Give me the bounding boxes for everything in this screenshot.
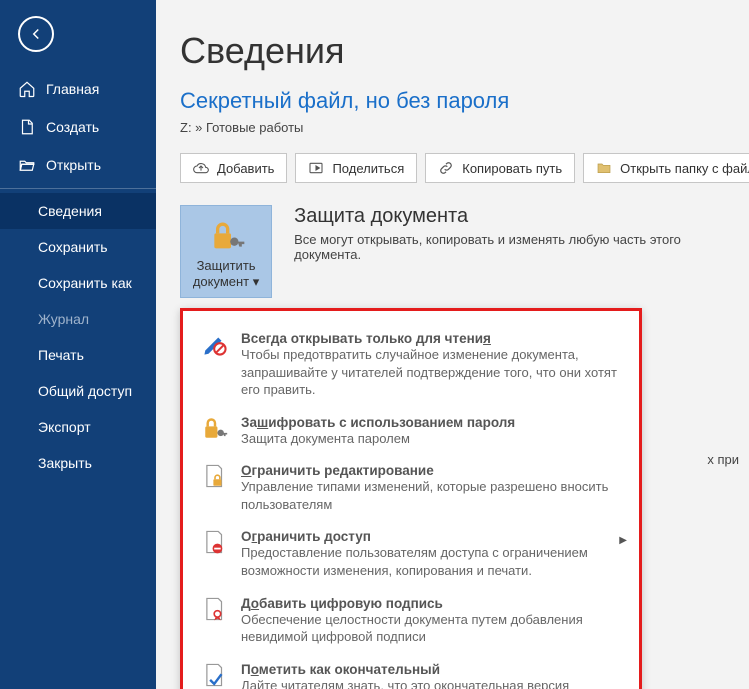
arrow-left-icon — [27, 25, 45, 43]
menu-item-desc: Управление типами изменений, которые раз… — [241, 478, 621, 513]
lock-key-icon — [206, 218, 246, 252]
sidebar-item-history[interactable]: Журнал — [0, 301, 156, 337]
sidebar-item-close[interactable]: Закрыть — [0, 445, 156, 481]
main-content: Сведения Секретный файл, но без пароля Z… — [156, 0, 749, 689]
file-new-icon — [18, 118, 36, 136]
menu-item-desc: Обеспечение целостности документа путем … — [241, 611, 621, 646]
button-label: Защититьдокумент ▾ — [193, 258, 259, 289]
menu-item-digital-signature[interactable]: Добавить цифровую подпись Обеспечение це… — [197, 588, 625, 654]
sidebar-item-label: Сохранить — [38, 239, 108, 255]
sidebar-item-label: Главная — [46, 81, 99, 97]
sidebar-item-label: Закрыть — [38, 455, 92, 471]
upload-icon — [193, 160, 209, 176]
doc-block-icon — [201, 529, 229, 555]
sidebar-item-label: Экспорт — [38, 419, 91, 435]
sidebar-item-export[interactable]: Экспорт — [0, 409, 156, 445]
menu-item-desc: Чтобы предотвратить случайное изменение … — [241, 346, 621, 399]
doc-lock-icon — [201, 463, 229, 489]
folder-icon — [596, 160, 612, 176]
info-toolbar: Добавить Поделиться Копировать путь Откр… — [180, 153, 721, 183]
page-title: Сведения — [180, 30, 721, 72]
sidebar-separator — [0, 188, 156, 189]
menu-item-readonly[interactable]: Всегда открывать только для чтения Чтобы… — [197, 323, 625, 407]
menu-item-title: Ограничить доступ — [241, 529, 621, 544]
menu-item-restrict-access[interactable]: Ограничить доступ Предоставление пользов… — [197, 521, 625, 587]
menu-item-restrict-edit[interactable]: Ограничить редактирование Управление тип… — [197, 455, 625, 521]
menu-item-title: Добавить цифровую подпись — [241, 596, 621, 611]
sidebar-item-saveas[interactable]: Сохранить как — [0, 265, 156, 301]
button-label: Открыть папку с файлом — [620, 161, 749, 176]
protect-document-button[interactable]: Защититьдокумент ▾ — [180, 205, 272, 298]
copy-path-button[interactable]: Копировать путь — [425, 153, 575, 183]
folder-open-icon — [18, 156, 36, 174]
menu-item-title: Пометить как окончательный — [241, 662, 621, 677]
menu-item-desc: Защита документа паролем — [241, 430, 621, 448]
document-path: Z: » Готовые работы — [180, 120, 721, 135]
truncated-background-text: х при — [707, 452, 739, 467]
sidebar-item-info[interactable]: Сведения — [0, 193, 156, 229]
add-button[interactable]: Добавить — [180, 153, 287, 183]
open-folder-button[interactable]: Открыть папку с файлом — [583, 153, 749, 183]
sidebar-item-label: Печать — [38, 347, 84, 363]
sidebar-item-label: Общий доступ — [38, 383, 132, 399]
button-label: Копировать путь — [462, 161, 562, 176]
menu-item-desc: Дайте читателям знать, что это окончател… — [241, 677, 621, 689]
submenu-arrow-icon: ▶ — [619, 535, 627, 546]
button-label: Поделиться — [332, 161, 404, 176]
doc-check-icon — [201, 662, 229, 688]
sidebar-item-label: Журнал — [38, 311, 89, 327]
backstage-sidebar: Главная Создать Открыть Сведения Сохрани… — [0, 0, 156, 689]
button-label: Добавить — [217, 161, 274, 176]
sidebar-item-label: Сохранить как — [38, 275, 132, 291]
sidebar-item-label: Сведения — [38, 203, 102, 219]
sidebar-item-label: Создать — [46, 119, 99, 135]
protect-text: Защита документа Все могут открывать, ко… — [294, 205, 721, 262]
sidebar-item-new[interactable]: Создать — [0, 108, 156, 146]
link-icon — [438, 160, 454, 176]
sidebar-item-save[interactable]: Сохранить — [0, 229, 156, 265]
lock-key-icon — [201, 415, 229, 441]
sidebar-item-share[interactable]: Общий доступ — [0, 373, 156, 409]
protect-dropdown-menu: Всегда открывать только для чтения Чтобы… — [180, 308, 642, 689]
section-description: Все могут открывать, копировать и изменя… — [294, 232, 721, 262]
doc-ribbon-icon — [201, 596, 229, 622]
back-button[interactable] — [18, 16, 54, 52]
menu-item-title: Ограничить редактирование — [241, 463, 621, 478]
document-title: Секретный файл, но без пароля — [180, 88, 721, 114]
home-icon — [18, 80, 36, 98]
menu-item-title: Зашифровать с использованием пароля — [241, 415, 621, 430]
section-heading: Защита документа — [294, 205, 721, 228]
pen-block-icon — [201, 331, 229, 357]
menu-item-encrypt[interactable]: Зашифровать с использованием пароля Защи… — [197, 407, 625, 456]
share-icon — [308, 160, 324, 176]
sidebar-item-print[interactable]: Печать — [0, 337, 156, 373]
menu-item-mark-final[interactable]: Пометить как окончательный Дайте читател… — [197, 654, 625, 689]
sidebar-item-home[interactable]: Главная — [0, 70, 156, 108]
share-button[interactable]: Поделиться — [295, 153, 417, 183]
menu-item-desc: Предоставление пользователям доступа с о… — [241, 544, 621, 579]
sidebar-item-label: Открыть — [46, 157, 101, 173]
menu-item-title: Всегда открывать только для чтения — [241, 331, 621, 346]
protect-section: Защититьдокумент ▾ Защита документа Все … — [180, 205, 721, 298]
sidebar-item-open[interactable]: Открыть — [0, 146, 156, 184]
